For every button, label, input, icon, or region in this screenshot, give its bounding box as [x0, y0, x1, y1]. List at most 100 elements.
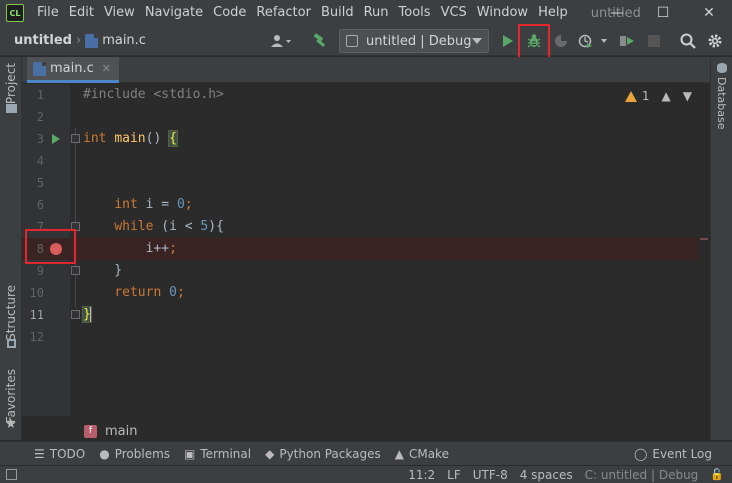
- code-token: ){: [208, 219, 224, 234]
- c-file-icon: [85, 33, 99, 48]
- minimize-button[interactable]: —: [594, 0, 640, 26]
- code-token: ;: [184, 197, 193, 212]
- code-line[interactable]: 10 return 0;: [22, 282, 710, 304]
- caret-position[interactable]: 11:2: [408, 468, 435, 482]
- fold-marker-icon[interactable]: [71, 266, 80, 275]
- c-file-icon: [33, 61, 46, 76]
- project-tab-label: Project: [4, 63, 18, 105]
- code-token: 0: [176, 197, 185, 212]
- code-text: int i = 0;: [83, 194, 193, 216]
- menu-view[interactable]: View: [99, 0, 140, 26]
- structure-icon: [7, 339, 16, 348]
- code-line[interactable]: 8 i++;: [22, 238, 710, 260]
- cmake-tool-button[interactable]: ▲ CMake: [395, 447, 449, 461]
- code-line[interactable]: 5: [22, 172, 710, 194]
- fold-marker-icon[interactable]: [71, 134, 80, 143]
- maximize-button[interactable]: ☐: [640, 0, 686, 26]
- menu-navigate[interactable]: Navigate: [140, 0, 208, 26]
- menu-edit[interactable]: Edit: [64, 0, 99, 26]
- user-icon[interactable]: [266, 29, 296, 53]
- window-controls: — ☐ ✕: [594, 0, 732, 26]
- code-token: ;: [169, 241, 177, 256]
- menu-file[interactable]: File: [32, 0, 64, 26]
- lock-icon[interactable]: 🔓: [710, 468, 724, 481]
- code-token: i =: [137, 197, 177, 212]
- line-number: 3: [36, 132, 44, 146]
- menu-run[interactable]: Run: [359, 0, 394, 26]
- fold-marker-icon[interactable]: [71, 310, 80, 319]
- event-log-tool-button[interactable]: ◯ Event Log: [634, 447, 712, 461]
- breadcrumb-project[interactable]: untitled: [14, 33, 72, 48]
- run-configuration-select[interactable]: untitled | Debug: [339, 29, 489, 53]
- terminal-tool-button[interactable]: ▣ Terminal: [184, 447, 251, 461]
- problems-icon: ●: [99, 446, 110, 461]
- breakpoint-marker: [700, 238, 708, 240]
- code-text: #include <stdio.h>: [83, 84, 224, 106]
- attach-icon[interactable]: [617, 29, 637, 53]
- code-token: i++: [83, 241, 170, 256]
- line-separator[interactable]: LF: [447, 468, 461, 482]
- layout-toggle-icon[interactable]: [6, 469, 17, 480]
- breadcrumb-file[interactable]: main.c: [85, 33, 146, 48]
- menu-help[interactable]: Help: [533, 0, 573, 26]
- code-line[interactable]: 3 int main() {: [22, 128, 710, 150]
- build-hammer-icon[interactable]: [309, 29, 331, 53]
- tab-main-c[interactable]: main.c ✕: [27, 57, 119, 83]
- file-encoding[interactable]: UTF-8: [473, 468, 508, 482]
- python-packages-tool-button[interactable]: ◆ Python Packages: [265, 447, 381, 461]
- code-line[interactable]: 11}: [22, 304, 710, 326]
- code-line[interactable]: 2: [22, 106, 710, 128]
- cmake-config-icon: [346, 35, 358, 47]
- code-editor[interactable]: 1 #include <stdio.h> 2 3 int main() {4 5 6 int…: [22, 84, 710, 416]
- code-text: while (i < 5){: [83, 216, 224, 238]
- indent-setting[interactable]: 4 spaces: [520, 468, 573, 482]
- breakpoint-highlight-box: [25, 229, 76, 264]
- code-line[interactable]: 7 while (i < 5){: [22, 216, 710, 238]
- profile-icon[interactable]: [576, 29, 610, 53]
- problems-tool-button[interactable]: ● Problems: [99, 447, 170, 461]
- close-window-button[interactable]: ✕: [686, 0, 732, 26]
- coverage-icon[interactable]: [551, 29, 571, 53]
- breadcrumb-function[interactable]: main: [105, 424, 137, 439]
- line-number: 1: [36, 88, 44, 102]
- code-token: 0: [169, 285, 177, 300]
- problems-label: Problems: [114, 446, 171, 461]
- menu-window[interactable]: Window: [472, 0, 533, 26]
- structure-tool-tab[interactable]: Structure: [4, 285, 18, 341]
- line-number: 6: [36, 198, 44, 212]
- code-token: int: [114, 197, 138, 212]
- editor-scrollbar[interactable]: [698, 84, 710, 416]
- code-line[interactable]: 6 int i = 0;: [22, 194, 710, 216]
- menu-tools[interactable]: Tools: [394, 0, 436, 26]
- run-icon[interactable]: [499, 29, 517, 53]
- inspection-widget[interactable]: 1 ▲ ▼: [624, 89, 692, 103]
- line-number: 11: [29, 308, 44, 322]
- star-icon: ★: [5, 417, 17, 432]
- project-tool-tab[interactable]: Project: [4, 63, 18, 104]
- warning-count: 1: [641, 89, 650, 103]
- code-token: #include <stdio.h>: [83, 87, 224, 102]
- todo-tool-button[interactable]: ☰ TODO: [34, 447, 85, 461]
- code-token: }: [83, 263, 123, 278]
- next-highlight-icon[interactable]: ▼: [683, 89, 692, 103]
- line-number: 2: [36, 110, 44, 124]
- previous-highlight-icon[interactable]: ▲: [662, 89, 671, 103]
- search-icon[interactable]: [678, 29, 698, 53]
- menu-code[interactable]: Code: [208, 0, 251, 26]
- resolve-context[interactable]: C: untitled | Debug: [585, 468, 699, 482]
- menu-refactor[interactable]: Refactor: [251, 0, 316, 26]
- editor-tab-row: main.c ✕: [22, 57, 710, 83]
- code-line[interactable]: 4: [22, 150, 710, 172]
- code-line[interactable]: 12: [22, 326, 710, 348]
- menu-build[interactable]: Build: [316, 0, 359, 26]
- code-line[interactable]: 9 }: [22, 260, 710, 282]
- stop-icon[interactable]: [645, 29, 663, 53]
- run-gutter-icon[interactable]: [52, 134, 60, 144]
- menu-vcs[interactable]: VCS: [436, 0, 472, 26]
- database-tool-tab[interactable]: Database: [715, 77, 728, 130]
- close-tab-icon[interactable]: ✕: [102, 62, 111, 75]
- code-line[interactable]: 1 #include <stdio.h>: [22, 84, 710, 106]
- settings-gear-icon[interactable]: [705, 29, 725, 53]
- favorites-tool-tab[interactable]: Favorites: [4, 369, 18, 423]
